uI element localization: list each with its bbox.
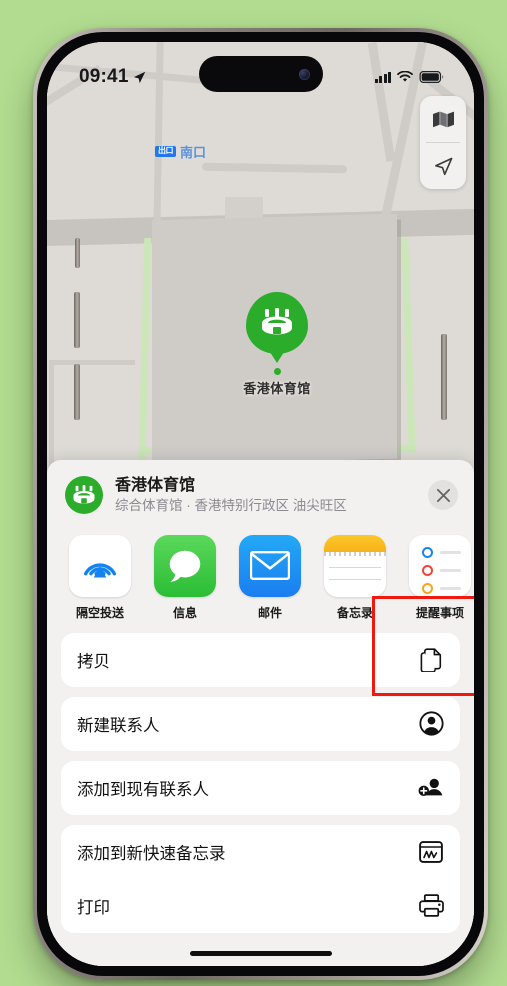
close-icon [436,488,450,502]
share-app-label: 备忘录 [336,605,373,620]
phone-screen: 出口 南口 香港体育馆 09:41 香港体育馆 综合体育馆 · 香港特别行政区 … [47,42,474,966]
share-app-row[interactable]: 隔空投送 信息 邮件 备忘录 提醒事项 [47,527,474,627]
place-text-group: 香港体育馆 综合体育馆 · 香港特别行政区 油尖旺区 [115,476,416,515]
share-app-label: 提醒事项 [415,605,464,620]
reminders-icon [409,534,471,597]
transit-exit-label: 南口 [180,145,207,160]
home-indicator [189,951,332,956]
action-label: 拷贝 [77,652,110,671]
status-bar-indicators [374,71,445,83]
share-app-label: 信息 [172,605,197,620]
copy-icon [418,647,444,673]
wifi-icon [397,71,413,82]
person-badge-plus-icon [418,775,444,801]
action-label: 添加到新快速备忘录 [77,844,226,863]
locate-me-button[interactable] [420,143,466,189]
share-app-mail[interactable]: 邮件 [239,534,301,621]
map-controls-group [420,96,466,189]
share-sheet-header: 香港体育馆 综合体育馆 · 香港特别行政区 油尖旺区 [47,460,474,527]
dynamic-island [198,56,323,92]
action-group-contacts: 新建联系人 [61,696,460,751]
notes-icon [324,534,386,597]
mail-icon [239,534,301,597]
front-camera-icon [298,68,310,80]
action-label: 新建联系人 [77,716,160,735]
close-button[interactable] [428,480,458,511]
transit-exit-badge: 出口 [155,146,176,157]
person-circle-icon [418,711,444,737]
action-group-quick-note: 添加到新快速备忘录 打印 [61,824,460,933]
map-road-lot-outline [49,360,135,365]
action-label: 打印 [77,898,110,917]
location-arrow-icon [133,71,145,83]
map-pin-label: 香港体育馆 [243,381,311,396]
place-title: 香港体育馆 [115,477,196,494]
action-row-add-existing-contact[interactable]: 添加到现有联系人 [61,761,460,815]
transit-exit-marker[interactable]: 出口 南口 [155,142,206,161]
volume-down-button[interactable] [74,364,80,420]
share-app-airdrop[interactable]: 隔空投送 [69,534,131,621]
share-app-label: 隔空投送 [75,605,124,620]
share-app-reminders[interactable]: 提醒事项 [409,534,471,621]
quick-note-icon [418,839,444,865]
action-row-print[interactable]: 打印 [61,879,460,933]
messages-icon [154,534,216,597]
share-app-label: 邮件 [257,605,282,620]
map-type-button[interactable] [420,96,466,142]
action-group-copy: 拷贝 [61,632,460,687]
cellular-bars-icon [374,71,391,83]
volume-up-button[interactable] [74,292,80,348]
silent-switch[interactable] [75,238,80,268]
pin-anchor-dot [273,368,281,375]
action-row-new-contact[interactable]: 新建联系人 [61,697,460,751]
status-bar-time-group: 09:41 [79,66,146,88]
phone-frame: 出口 南口 香港体育馆 09:41 香港体育馆 综合体育馆 · 香港特别行政区 … [33,28,488,980]
power-button[interactable] [441,334,447,420]
place-avatar [65,476,103,515]
printer-icon [418,893,444,919]
stadium-icon [246,292,308,354]
share-app-notes[interactable]: 备忘录 [324,534,386,621]
action-row-copy[interactable]: 拷贝 [61,633,460,687]
airdrop-icon [69,534,131,597]
action-group-add-contact: 添加到现有联系人 [61,760,460,815]
action-row-new-quick-note[interactable]: 添加到新快速备忘录 [61,825,460,879]
status-time-label: 09:41 [79,66,129,87]
share-app-messages[interactable]: 信息 [154,534,216,621]
share-sheet: 香港体育馆 综合体育馆 · 香港特别行政区 油尖旺区 隔空投送 信息 邮件 备忘… [47,460,474,966]
share-action-lists: 拷贝 新建联系人 添加到现有联系人 添加到新快速备忘录 打印 [47,627,474,933]
place-subtitle: 综合体育馆 · 香港特别行政区 油尖旺区 [115,498,347,513]
battery-icon [419,71,444,83]
action-label: 添加到现有联系人 [77,780,209,799]
map-place-pin[interactable]: 香港体育馆 [237,292,317,397]
phone-bezel: 出口 南口 香港体育馆 09:41 香港体育馆 综合体育馆 · 香港特别行政区 … [37,32,484,976]
